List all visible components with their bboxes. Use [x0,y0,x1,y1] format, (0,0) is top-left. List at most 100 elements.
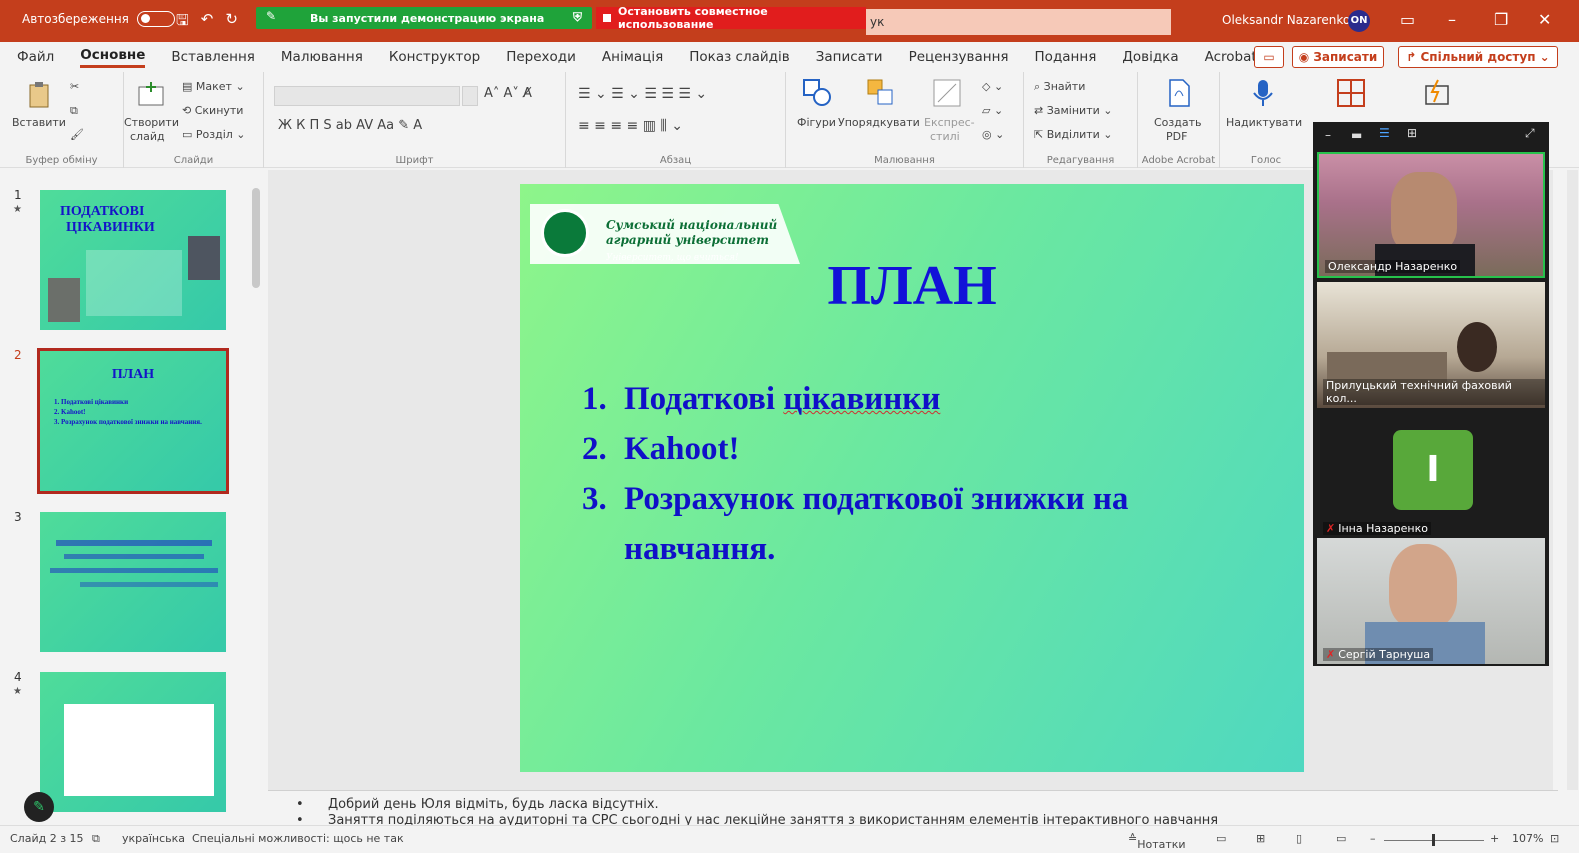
speaker-view-icon[interactable]: ▬ [1351,128,1362,142]
minimize-icon[interactable]: – [1448,10,1456,29]
tab-animations[interactable]: Анімація [602,49,663,65]
new-slide-icon[interactable] [136,80,166,110]
zoom-level[interactable]: 107% [1512,832,1543,845]
select-button[interactable]: ⇱ Виділити ⌄ [1034,128,1113,141]
quick-styles-icon[interactable] [932,78,962,108]
tab-transitions[interactable]: Переходи [506,49,576,65]
arrange-icon[interactable] [866,78,896,108]
tab-help[interactable]: Довідка [1122,49,1178,65]
expand-icon[interactable]: ⤢ [1525,126,1535,141]
find-button[interactable]: ⌕ Знайти [1034,80,1085,94]
font-size-field[interactable] [462,86,478,106]
shape-fill-icon[interactable]: ◇ ⌄ [982,80,1003,93]
tab-acrobat[interactable]: Acrobat [1205,49,1257,65]
zoom-in-icon[interactable]: + [1490,832,1499,845]
shapes-icon[interactable] [802,78,832,108]
record-button[interactable]: ◉ Записати [1292,46,1384,68]
section-button[interactable]: ▭ Розділ ⌄ [182,128,246,141]
paste-icon[interactable] [24,80,54,110]
shape-outline-icon[interactable]: ▱ ⌄ [982,104,1003,117]
strip-view-icon[interactable]: ☰ [1379,126,1390,140]
create-pdf-label[interactable]: Создать [1154,116,1202,129]
copy-icon[interactable]: ⧉ [70,104,78,118]
quick-styles-label-2[interactable]: стилі [930,130,960,143]
align-icons[interactable]: ≡ ≡ ≡ ≡ ▥ ⫼ ⌄ [578,118,683,134]
slide-sorter-icon[interactable]: ⊞ [1256,832,1265,845]
undo-icon[interactable]: ↶ [201,10,214,35]
reading-view-icon[interactable]: ▯ [1296,832,1302,845]
share-button[interactable]: ↱ Спільний доступ ⌄ [1398,46,1558,68]
thumbnail-scroll-thumb[interactable] [252,188,260,288]
user-name[interactable]: Oleksandr Nazarenko [1222,13,1350,27]
dictate-label[interactable]: Надиктувати [1226,116,1302,129]
zoom-slider-thumb[interactable] [1432,834,1435,846]
pin-icon[interactable]: ✎ [266,9,276,23]
reset-button[interactable]: ⟲ Скинути [182,104,243,117]
new-slide-label[interactable]: Створити [124,116,179,129]
autosave[interactable]: Автозбереження [22,11,175,27]
tab-slideshow[interactable]: Показ слайдів [689,49,789,65]
accessibility-label[interactable]: Спеціальні можливості: щось не так [192,832,404,845]
paste-label[interactable]: Вставити [12,116,66,129]
designer-icon[interactable] [1336,78,1366,108]
speaker-notes[interactable]: • Добрий день Юля відміть, будь ласка ві… [268,790,1558,825]
normal-view-icon[interactable]: ▭ [1216,832,1226,845]
tab-design[interactable]: Конструктор [389,49,480,65]
layout-button[interactable]: ▤ Макет ⌄ [182,80,245,93]
slide-thumbnail-3[interactable] [40,512,226,652]
spellcheck-icon[interactable]: ⧉ [92,832,100,846]
minimize-icon[interactable]: – [1325,128,1331,142]
tab-draw[interactable]: Малювання [281,49,363,65]
shape-effects-icon[interactable]: ◎ ⌄ [982,128,1004,141]
create-pdf-label-2[interactable]: PDF [1166,130,1187,143]
font-name-field[interactable] [274,86,460,106]
arrange-label[interactable]: Упорядкувати [838,116,920,129]
fit-slide-icon[interactable]: ⊡ [1550,832,1559,845]
close-icon[interactable]: ✕ [1538,10,1551,29]
slide-title[interactable]: ПЛАН [520,254,1304,318]
save-icon[interactable]: 🖫 [176,10,189,35]
participant-tile[interactable]: ✗ Сергій Тарнуша [1317,538,1545,664]
comment-button[interactable]: ▭ [1254,46,1284,68]
slideshow-icon[interactable]: ▭ [1336,832,1346,845]
notes-button[interactable]: ≙ Нотатки [1128,832,1186,851]
copilot-icon[interactable] [1422,78,1452,108]
current-slide[interactable]: Сумський національний аграрний університ… [520,184,1304,772]
microphone-icon[interactable] [1248,78,1278,108]
participant-tile[interactable]: Олександр Назаренко [1317,152,1545,278]
search-input[interactable]: ук [866,9,1171,35]
participant-tile[interactable]: Прилуцький технічний фаховий кол... [1317,282,1545,408]
slide-thumbnail-2[interactable]: ПЛАН 1. Податкові цікавинки 2. Kahoot! 3… [37,348,229,494]
font-format-icons[interactable]: Ж К П S ab AV Aa ✎ A [278,118,422,133]
participant-tile[interactable]: I ✗ Інна Назаренко [1317,412,1545,538]
annotate-pen-icon[interactable]: ✎ [24,792,54,822]
format-painter-icon[interactable]: 🖌 [70,128,84,141]
slide-plan-list[interactable]: 1. Податкові цікавинки 2. Kahoot! 3. Роз… [582,374,1282,574]
avatar[interactable]: ON [1348,10,1370,32]
tab-home[interactable]: Основне [80,47,146,68]
tab-record[interactable]: Записати [816,49,883,65]
redo-icon[interactable]: ↻ [225,10,238,35]
tab-file[interactable]: Файл [17,49,54,65]
quick-styles-label[interactable]: Експрес- [924,116,975,129]
list-icons[interactable]: ☰ ⌄ ☰ ⌄ ☰ ☰ ☰ ⌄ [578,86,707,102]
increase-font-icon[interactable]: A˄ A˅ A̸ [484,86,532,101]
tab-insert[interactable]: Вставлення [171,49,255,65]
replace-button[interactable]: ⇄ Замінити ⌄ [1034,104,1112,117]
shapes-label[interactable]: Фігури [797,116,836,129]
slide-thumbnail-4[interactable] [40,672,226,812]
tab-review[interactable]: Рецензування [909,49,1009,65]
editor-scrollbar[interactable] [1553,170,1567,790]
stop-share-button[interactable]: Остановить совместное использование [596,5,866,31]
autosave-toggle[interactable] [136,11,175,27]
ribbon-display-icon[interactable]: ▭ [1400,10,1415,29]
create-pdf-icon[interactable] [1164,78,1194,108]
zoom-out-icon[interactable]: – [1370,832,1376,845]
restore-icon[interactable]: ❐ [1494,10,1508,29]
language-label[interactable]: українська [122,832,185,845]
tab-view[interactable]: Подання [1035,49,1097,65]
slide-thumbnail-1[interactable]: ПОДАТКОВІ ЦІКАВИНКИ [40,190,226,330]
cut-icon[interactable]: ✂ [70,80,79,93]
new-slide-label-2[interactable]: слайд [130,130,165,143]
gallery-view-icon[interactable]: ⊞ [1407,126,1417,140]
